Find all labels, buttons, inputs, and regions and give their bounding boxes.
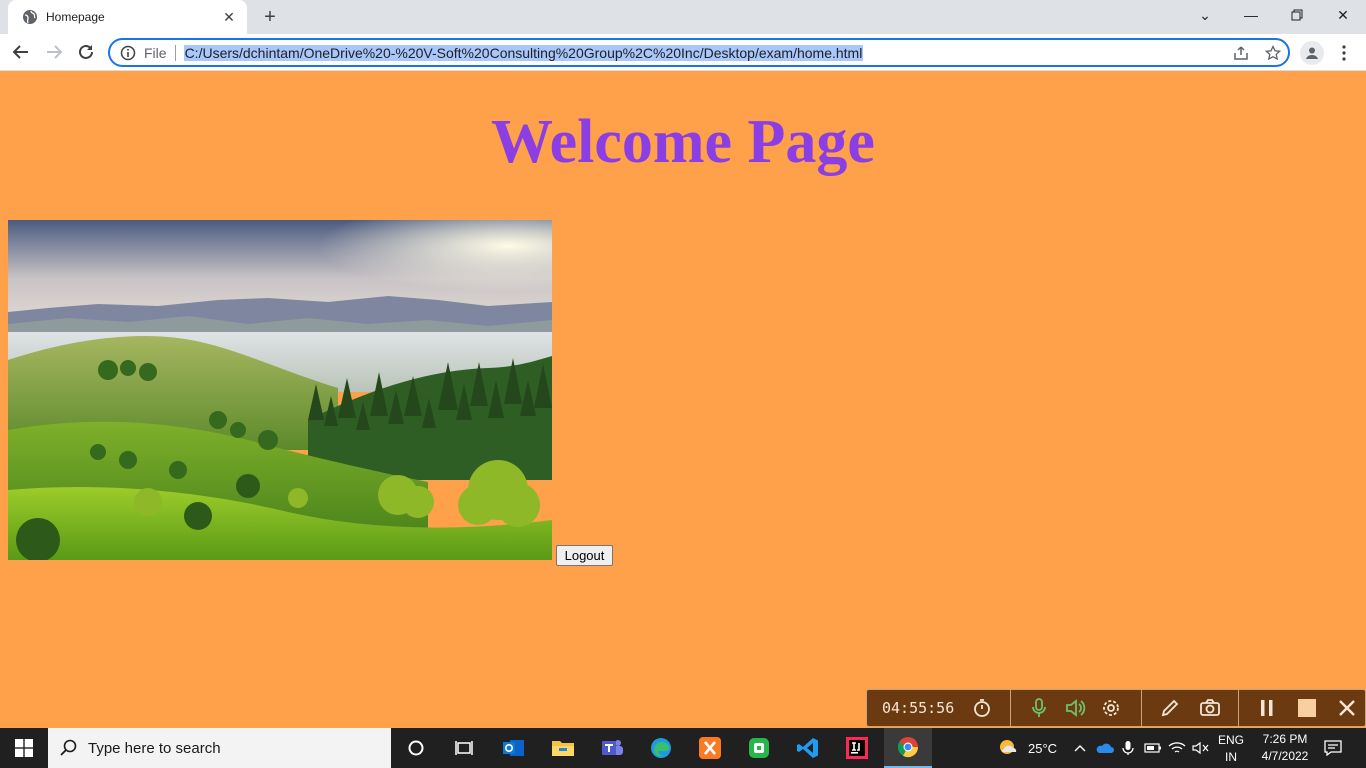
battery-icon[interactable] <box>1142 732 1164 764</box>
windows-taskbar: Type here to search 25°C ENG IN 7:26 PM … <box>0 728 1366 768</box>
share-icon[interactable] <box>1232 44 1250 62</box>
bookmark-star-icon[interactable] <box>1264 44 1282 62</box>
tab-search-icon[interactable]: ⌄ <box>1182 0 1228 30</box>
volume-muted-icon[interactable] <box>1190 732 1212 764</box>
new-tab-button[interactable]: + <box>260 7 280 27</box>
weather-sun-icon[interactable] <box>988 732 1028 764</box>
cortana-icon[interactable] <box>396 732 436 764</box>
logout-button[interactable]: Logout <box>556 545 613 566</box>
edge-browser-icon[interactable] <box>641 732 681 764</box>
restore-button[interactable] <box>1274 0 1320 30</box>
search-placeholder: Type here to search <box>88 739 221 757</box>
outlook-icon[interactable] <box>494 732 534 764</box>
start-button[interactable] <box>0 728 48 768</box>
page-title: Welcome Page <box>491 108 875 176</box>
microphone-icon[interactable] <box>1027 696 1051 720</box>
xampp-icon[interactable] <box>690 732 730 764</box>
clock-date[interactable]: 4/7/2022 <box>1254 749 1316 763</box>
tab-homepage[interactable]: Homepage ✕ <box>8 0 247 34</box>
stop-icon[interactable] <box>1295 696 1319 720</box>
globe-icon <box>23 10 37 24</box>
recorder-divider <box>1141 689 1142 727</box>
minimize-button[interactable]: — <box>1228 0 1274 30</box>
reload-button[interactable] <box>74 40 98 64</box>
notification-center-icon[interactable] <box>1318 732 1348 764</box>
onedrive-cloud-icon[interactable] <box>1094 732 1116 764</box>
reload-icon <box>79 44 93 59</box>
weather-temperature[interactable]: 25°C <box>1028 741 1057 756</box>
scheme-separator <box>174 44 176 61</box>
chevron-up-icon[interactable] <box>1070 732 1090 764</box>
forward-arrow-icon <box>47 45 63 59</box>
clock-time[interactable]: 7:26 PM <box>1254 732 1316 746</box>
camera-icon[interactable] <box>1198 696 1222 720</box>
close-window-button[interactable]: ✕ <box>1320 0 1366 30</box>
page-content: Welcome Page Logout <box>0 71 1366 728</box>
task-view-icon[interactable] <box>444 732 484 764</box>
stopwatch-icon[interactable] <box>970 696 994 720</box>
pause-icon[interactable] <box>1255 696 1279 720</box>
forward-button[interactable] <box>42 40 66 64</box>
language-code[interactable]: ENG <box>1214 733 1248 747</box>
chrome-icon[interactable] <box>884 728 932 768</box>
tab-title: Homepage <box>46 10 105 24</box>
address-bar[interactable]: File C:/Users/dchintam/OneDrive%20-%20V-… <box>108 38 1290 67</box>
vscode-icon[interactable] <box>788 732 828 764</box>
kebab-menu-icon[interactable] <box>1336 41 1352 65</box>
language-region[interactable]: IN <box>1214 750 1248 764</box>
pencil-icon[interactable] <box>1158 696 1182 720</box>
close-recorder-icon[interactable] <box>1335 696 1359 720</box>
file-explorer-icon[interactable] <box>543 732 583 764</box>
recording-timer: 04:55:56 <box>882 699 955 717</box>
recorder-divider <box>1010 689 1011 727</box>
back-arrow-icon <box>12 45 28 59</box>
wifi-icon[interactable] <box>1166 732 1188 764</box>
browser-toolbar: File C:/Users/dchintam/OneDrive%20-%20V-… <box>0 34 1366 71</box>
close-tab-icon[interactable]: ✕ <box>221 9 237 25</box>
microphone-tray-icon[interactable] <box>1118 732 1138 764</box>
scheme-label: File <box>144 44 167 61</box>
back-button[interactable] <box>9 40 33 64</box>
search-icon <box>60 739 77 756</box>
taskbar-search-box[interactable]: Type here to search <box>48 728 391 768</box>
settings-gear-icon[interactable] <box>1099 696 1123 720</box>
green-app-icon[interactable] <box>739 732 779 764</box>
url-text[interactable]: C:/Users/dchintam/OneDrive%20-%20V-Soft%… <box>183 44 864 61</box>
teams-icon[interactable] <box>592 732 632 764</box>
profile-avatar-icon[interactable] <box>1300 41 1324 65</box>
info-icon[interactable] <box>120 45 136 61</box>
speaker-icon[interactable] <box>1063 696 1087 720</box>
recorder-divider <box>1238 689 1239 727</box>
restore-icon <box>1291 9 1303 21</box>
tab-strip: Homepage ✕ + ⌄ — ✕ <box>0 0 1366 34</box>
windows-logo-icon <box>15 739 33 757</box>
intellij-icon[interactable] <box>837 732 877 764</box>
screen-recorder-toolbar: 04:55:56 <box>866 689 1366 727</box>
landscape-image <box>8 220 552 560</box>
